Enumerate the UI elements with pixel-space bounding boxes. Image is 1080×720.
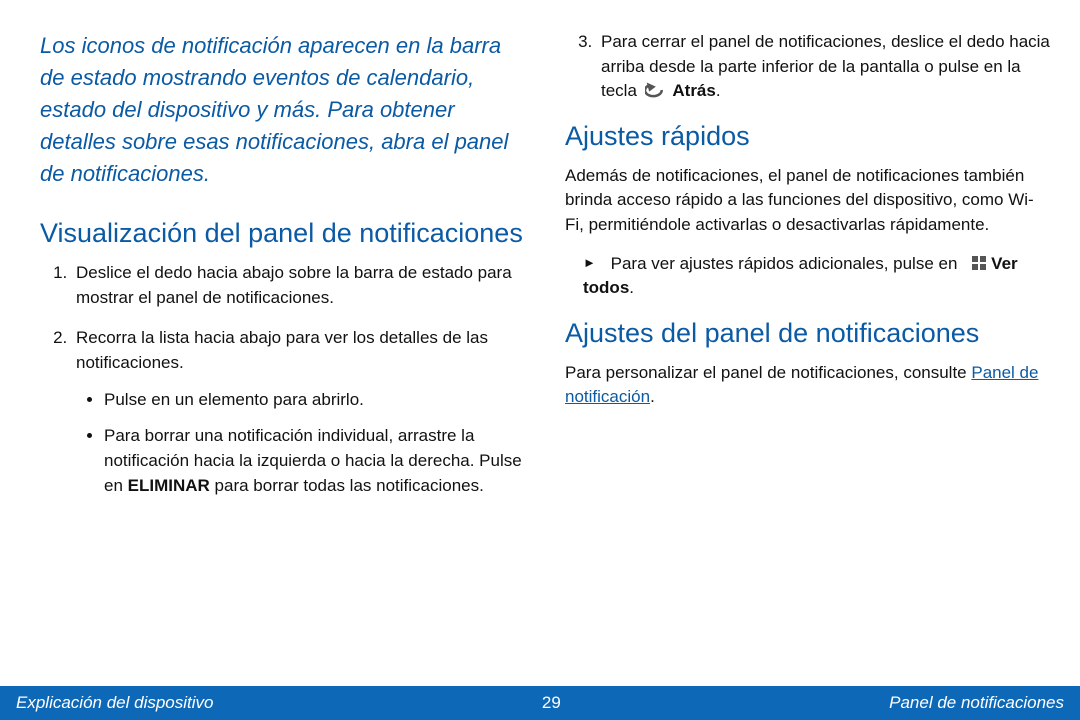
bullet-open-item: Pulse en un elemento para abrirlo. xyxy=(104,388,525,413)
eliminate-label: ELIMINAR xyxy=(128,476,210,495)
arrow-list: Para ver ajustes rápidos adicionales, pu… xyxy=(565,252,1050,301)
heading-quick-settings: Ajustes rápidos xyxy=(565,120,1050,154)
page-footer: Explicación del dispositivo 29 Panel de … xyxy=(0,686,1080,720)
steps-list-continued: Para cerrar el panel de notificaciones, … xyxy=(565,30,1050,104)
footer-left: Explicación del dispositivo xyxy=(16,693,214,713)
quick-settings-body: Además de notificaciones, el panel de no… xyxy=(565,164,1050,238)
document-page: Los iconos de notificación aparecen en l… xyxy=(0,0,1080,720)
panel-settings-body: Para personalizar el panel de notificaci… xyxy=(565,361,1050,410)
grid-icon xyxy=(972,256,987,271)
content-area: Los iconos de notificación aparecen en l… xyxy=(0,0,1080,686)
page-number: 29 xyxy=(542,693,561,713)
right-column: Para cerrar el panel de notificaciones, … xyxy=(565,30,1050,686)
step-2: Recorra la lista hacia abajo para ver lo… xyxy=(72,326,525,498)
footer-right: Panel de notificaciones xyxy=(889,693,1064,713)
steps-list: Deslice el dedo hacia abajo sobre la bar… xyxy=(40,261,525,498)
back-icon xyxy=(645,81,665,97)
see-all-quick-settings: Para ver ajustes rápidos adicionales, pu… xyxy=(583,252,1050,301)
step-2-bullets: Pulse en un elemento para abrirlo. Para … xyxy=(76,388,525,499)
heading-view-notification-panel: Visualización del panel de notificacione… xyxy=(40,217,525,251)
step-2-text: Recorra la lista hacia abajo para ver lo… xyxy=(76,328,488,372)
intro-paragraph: Los iconos de notificación aparecen en l… xyxy=(40,30,525,189)
heading-panel-settings: Ajustes del panel de notificaciones xyxy=(565,317,1050,351)
step-1: Deslice el dedo hacia abajo sobre la bar… xyxy=(72,261,525,310)
step-3: Para cerrar el panel de notificaciones, … xyxy=(597,30,1050,104)
left-column: Los iconos de notificación aparecen en l… xyxy=(40,30,525,686)
back-label: Atrás xyxy=(672,81,715,100)
bullet-clear-notification: Para borrar una notificación individual,… xyxy=(104,424,525,498)
